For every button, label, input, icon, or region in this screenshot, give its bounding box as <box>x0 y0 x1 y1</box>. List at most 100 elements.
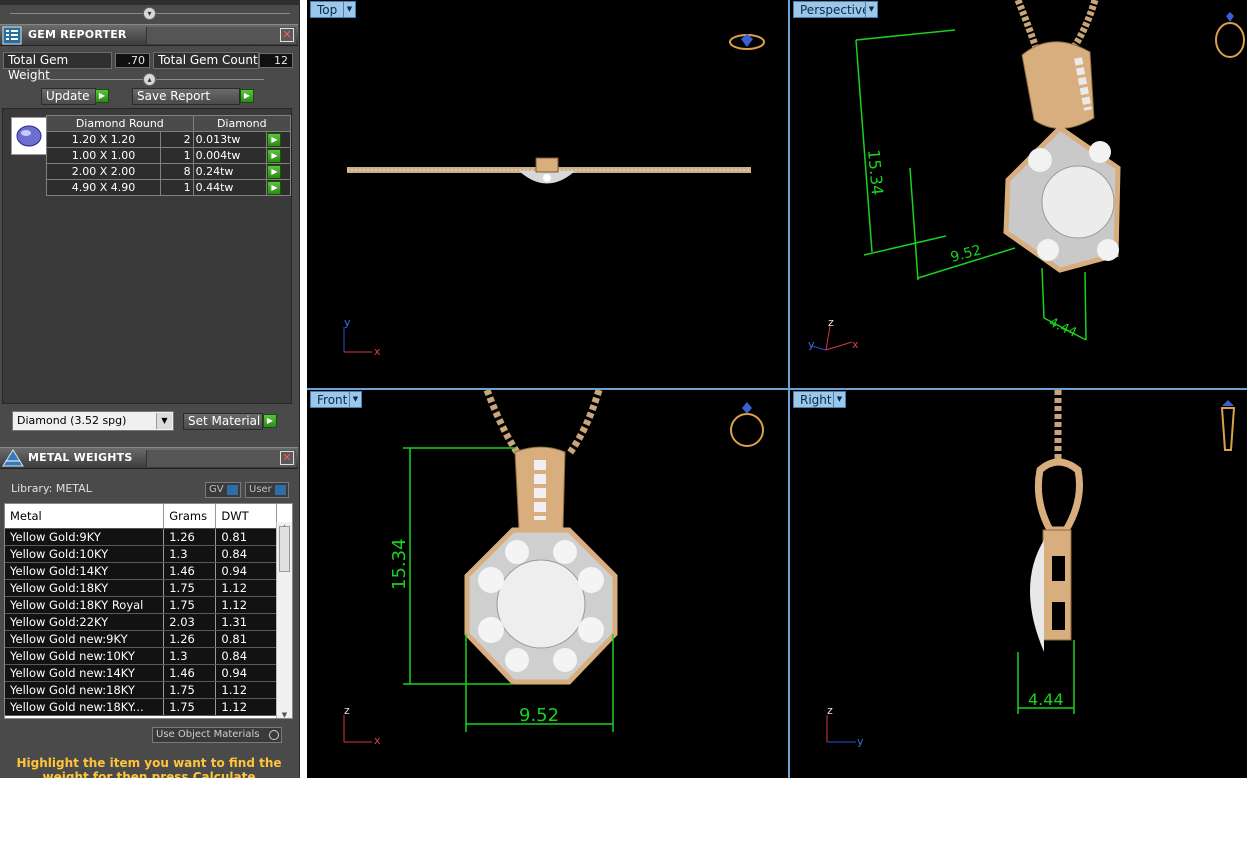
gem-row-select[interactable]: ▶ <box>266 147 291 164</box>
play-arrow-icon[interactable]: ▶ <box>263 414 277 428</box>
axis-y-label: y <box>808 338 815 351</box>
gem-row-select[interactable]: ▶ <box>266 179 291 196</box>
user-library-button[interactable]: User <box>245 482 289 498</box>
metal-cell-metal: Yellow Gold:10KY <box>5 545 165 563</box>
dropdown-arrow-icon[interactable]: ▼ <box>865 1 878 18</box>
perspective-viewport[interactable]: 15.34 9.52 4.44 z x y Perspective ▼ <box>790 0 1247 388</box>
vertical-scrollbar[interactable]: ▲ ▼ <box>276 522 292 718</box>
titlebar-fill <box>146 450 296 467</box>
metal-cell-dwt: 0.81 <box>215 528 277 546</box>
metal-cell-dwt: 0.84 <box>215 647 277 665</box>
gem-row[interactable]: 1.20 X 1.20 2 0.013tw ▶ <box>45 131 291 148</box>
gem-count: 8 <box>160 163 194 180</box>
gem-weight: 0.013tw <box>192 131 268 148</box>
play-arrow-icon[interactable]: ▶ <box>267 148 282 163</box>
axis-z-label: z <box>827 704 833 717</box>
metal-row[interactable]: Yellow Gold new:10KY 1.3 0.84 <box>5 647 277 665</box>
use-object-materials-toggle[interactable]: Use Object Materials <box>152 727 282 743</box>
metal-row[interactable]: Yellow Gold:10KY 1.3 0.84 <box>5 545 277 563</box>
scrollbar-thumb[interactable] <box>279 526 290 572</box>
metal-cell-metal: Yellow Gold:14KY <box>5 562 165 580</box>
gem-weight: 0.004tw <box>192 147 268 164</box>
set-material-button[interactable]: Set Material <box>183 413 263 430</box>
close-icon[interactable]: ✕ <box>280 28 294 42</box>
gem-row[interactable]: 2.00 X 2.00 8 0.24tw ▶ <box>45 163 291 180</box>
accent-stone <box>1097 239 1119 261</box>
radio-indicator <box>269 730 279 740</box>
perspective-view-render: 15.34 9.52 4.44 z x y <box>808 0 1245 351</box>
save-report-button[interactable]: Save Report <box>132 88 240 105</box>
gem-reporter-title: GEM REPORTER <box>28 28 127 41</box>
axis-gizmo: y x <box>343 316 381 358</box>
metal-cell-dwt: 0.94 <box>215 562 277 580</box>
metal-cell-grams: 1.46 <box>163 562 217 580</box>
play-arrow-icon[interactable]: ▶ <box>267 132 282 147</box>
axis-y-label: y <box>857 735 864 748</box>
gem-row-select[interactable]: ▶ <box>266 131 291 148</box>
collapse-toggle-icon[interactable]: ▴ <box>143 73 156 86</box>
ring-view-icon <box>729 34 765 50</box>
front-view-render: 15.34 9.52 z x <box>343 390 764 747</box>
dropdown-arrow-icon[interactable]: ▼ <box>349 391 362 408</box>
dropdown-arrow-icon[interactable]: ▼ <box>343 1 356 18</box>
material-select[interactable]: Diamond (3.52 spg) ▼ <box>12 411 174 431</box>
metal-row[interactable]: Yellow Gold new:9KY 1.26 0.81 <box>5 630 277 648</box>
column-header-metal[interactable]: Metal <box>5 504 165 529</box>
gem-row-select[interactable]: ▶ <box>266 163 291 180</box>
metal-row[interactable]: Yellow Gold:14KY 1.46 0.94 <box>5 562 277 580</box>
top-viewport[interactable]: y x Top ▼ <box>307 0 788 388</box>
play-arrow-icon[interactable]: ▶ <box>267 180 282 195</box>
axis-gizmo: z x y <box>808 316 859 351</box>
metal-cell-metal: Yellow Gold new:18KY... <box>5 698 165 716</box>
dropdown-arrow-icon[interactable]: ▼ <box>156 413 172 429</box>
right-viewport[interactable]: 4.44 z y Right ▼ <box>790 390 1247 778</box>
accent-stone <box>478 617 504 643</box>
bail <box>1021 41 1095 129</box>
metal-row[interactable]: Yellow Gold:9KY 1.26 0.81 <box>5 528 277 546</box>
scroll-down-arrow-icon[interactable]: ▼ <box>279 710 290 718</box>
dropdown-arrow-icon[interactable]: ▼ <box>833 391 846 408</box>
viewport-label-right[interactable]: Right <box>793 391 839 408</box>
axis-x-label: x <box>374 345 381 358</box>
diamond-icon <box>11 117 47 155</box>
total-gem-weight-label: Total Gem Weight <box>3 52 112 82</box>
panel-gap <box>300 0 307 778</box>
gv-library-button[interactable]: GV <box>205 482 241 498</box>
metal-row[interactable]: Yellow Gold:22KY 2.03 1.31 <box>5 613 277 631</box>
column-header-grams[interactable]: Grams <box>163 504 217 529</box>
play-arrow-icon[interactable]: ▶ <box>240 89 254 103</box>
gem-count: 1 <box>160 179 194 196</box>
matrix-jewelry-cad-window: ▾ GEM REPORTER ✕ Total Gem Weight .70 To… <box>0 0 1247 778</box>
accent-stone <box>578 617 604 643</box>
metal-row[interactable]: Yellow Gold new:18KY... 1.75 1.12 <box>5 698 277 716</box>
accent-stone <box>478 567 504 593</box>
metal-cell-dwt: 0.84 <box>215 545 277 563</box>
metal-cell-metal: Yellow Gold new:14KY <box>5 664 165 682</box>
viewport-label-front[interactable]: Front <box>310 391 355 408</box>
metal-row[interactable]: Yellow Gold new:14KY 1.46 0.94 <box>5 664 277 682</box>
accent-stone <box>1028 148 1052 172</box>
metal-cell-metal: Yellow Gold new:18KY <box>5 681 165 699</box>
viewport-label-top[interactable]: Top <box>310 1 345 18</box>
gem-weight: 0.44tw <box>192 179 268 196</box>
ring-view-icon <box>1215 12 1245 58</box>
gem-row[interactable]: 4.90 X 4.90 1 0.44tw ▶ <box>45 179 291 196</box>
play-arrow-icon[interactable]: ▶ <box>95 89 109 103</box>
viewport-label-perspective[interactable]: Perspective <box>793 1 877 18</box>
metal-weights-title: METAL WEIGHTS <box>28 451 133 464</box>
collapse-toggle-icon[interactable]: ▾ <box>143 7 156 20</box>
update-button[interactable]: Update <box>41 88 96 105</box>
metal-weights-icon <box>2 449 24 467</box>
front-viewport[interactable]: 15.34 9.52 z x Front ▼ <box>307 390 788 778</box>
play-arrow-icon[interactable]: ▶ <box>267 164 282 179</box>
gem-list-panel: Diamond Round Diamond 1.20 X 1.20 2 0.01… <box>2 108 292 404</box>
metal-cell-grams: 1.75 <box>163 579 217 597</box>
gem-row[interactable]: 1.00 X 1.00 1 0.004tw ▶ <box>45 147 291 164</box>
close-icon[interactable]: ✕ <box>280 451 294 465</box>
metal-row[interactable]: Yellow Gold:18KY Royal 1.75 1.12 <box>5 596 277 614</box>
metal-cell-metal: Yellow Gold new:9KY <box>5 630 165 648</box>
metal-row[interactable]: Yellow Gold:18KY 1.75 1.12 <box>5 579 277 597</box>
column-header-dwt[interactable]: DWT <box>215 504 277 529</box>
metal-row[interactable]: Yellow Gold new:18KY 1.75 1.12 <box>5 681 277 699</box>
user-label: User <box>249 484 272 495</box>
